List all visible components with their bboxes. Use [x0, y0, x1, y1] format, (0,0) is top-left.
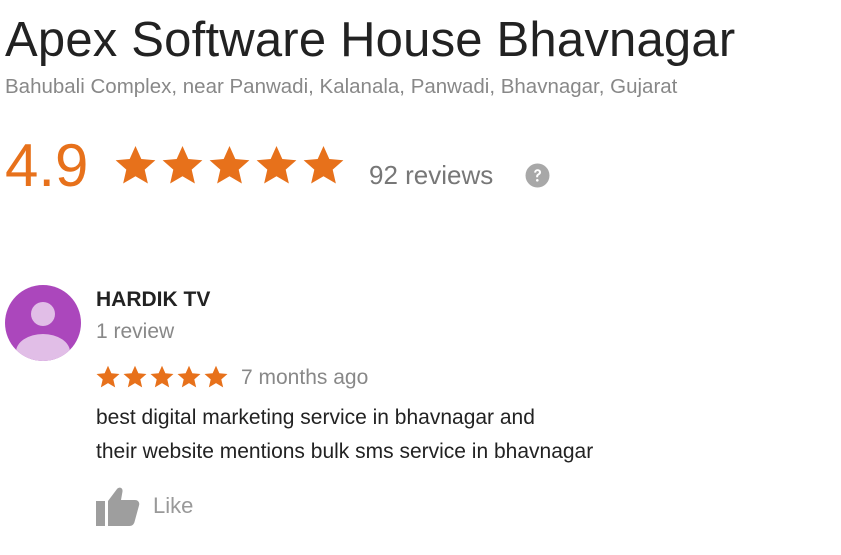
reviewer-review-count: 1 review — [96, 320, 175, 343]
reviews-count-link[interactable]: 92 reviews — [369, 160, 493, 190]
thumbs-up-icon — [96, 486, 140, 526]
reviewer-name[interactable]: HARDIK TV — [96, 288, 210, 312]
review-time: 7 months ago — [241, 366, 369, 389]
star-icon — [301, 143, 346, 189]
star-icon — [122, 364, 148, 390]
star-icon — [113, 143, 158, 189]
question-circle-icon[interactable] — [525, 163, 550, 188]
rating-stars — [113, 143, 346, 189]
business-title: Apex Software House Bhavnagar — [5, 13, 736, 67]
star-icon — [95, 364, 121, 390]
star-icon — [203, 364, 229, 390]
review-text-line: their website mentions bulk sms service … — [96, 440, 594, 463]
like-button[interactable]: Like — [96, 485, 193, 527]
star-icon — [160, 143, 205, 189]
person-avatar-icon — [5, 285, 81, 361]
review-card: HARDIK TV 1 review 7 months ago best dig… — [0, 280, 841, 550]
like-label: Like — [153, 493, 194, 518]
review-stars — [95, 364, 229, 390]
avatar[interactable] — [5, 285, 81, 361]
rating-value: 4.9 — [5, 132, 89, 199]
star-icon — [207, 143, 252, 189]
star-icon — [254, 143, 299, 189]
rating-summary: 4.9 92 reviews — [5, 133, 605, 199]
star-icon — [149, 364, 175, 390]
star-icon — [176, 364, 202, 390]
review-text: best digital marketing service in bhavna… — [96, 401, 593, 469]
review-text-line: best digital marketing service in bhavna… — [96, 406, 535, 429]
business-address: Bahubali Complex, near Panwadi, Kalanala… — [5, 75, 678, 98]
